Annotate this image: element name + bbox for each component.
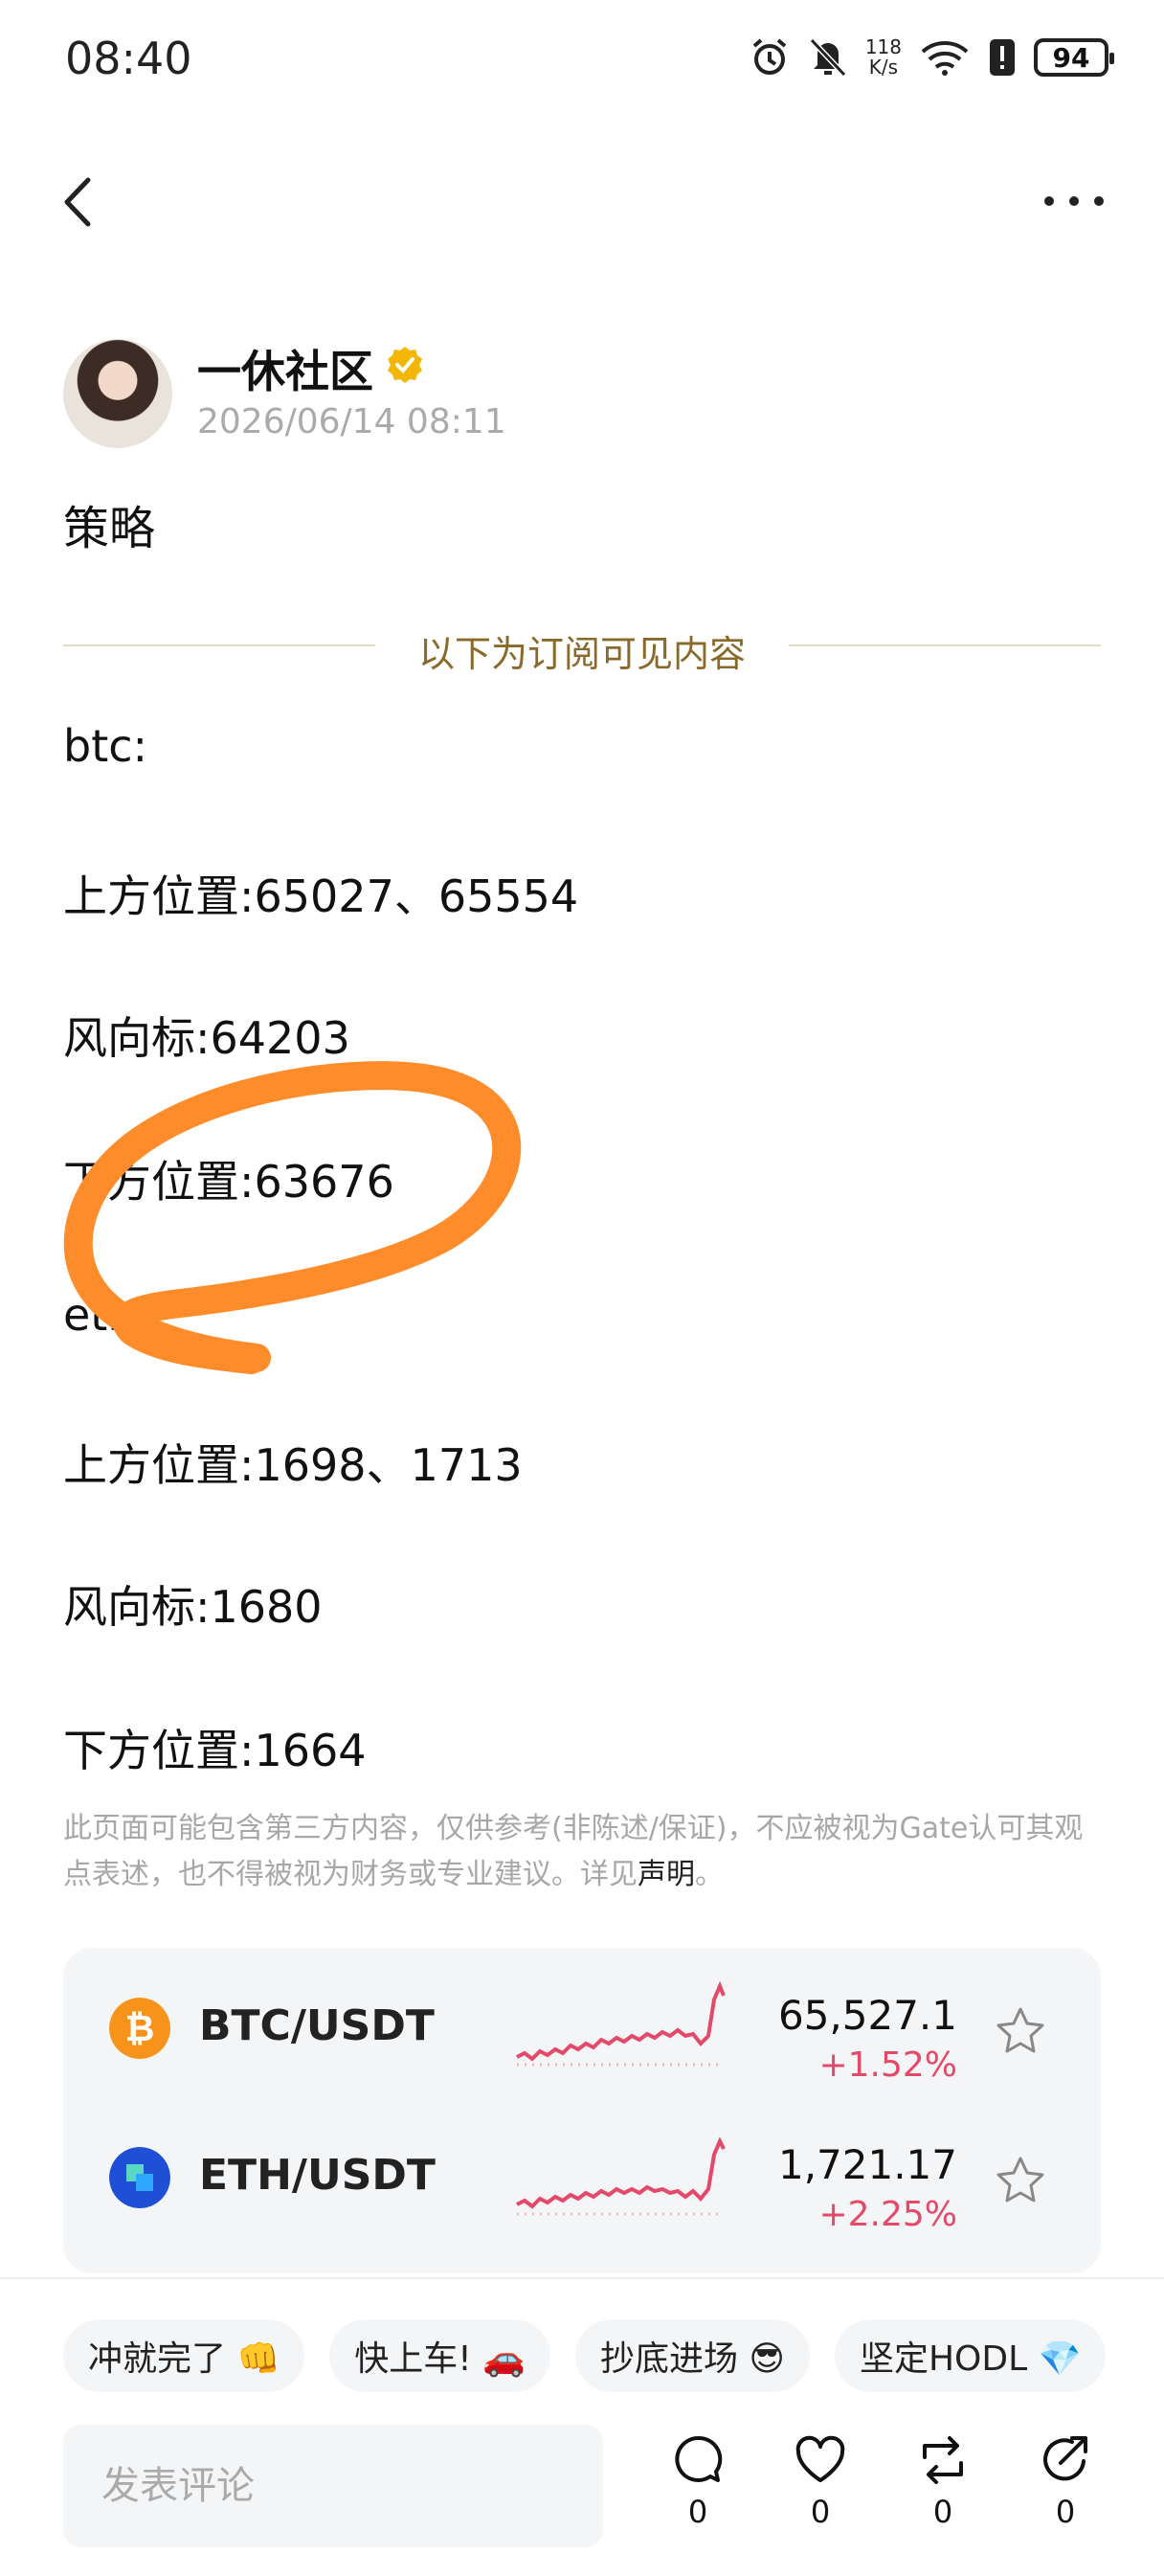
market-card: ₿ BTC/USDT 65,527.1 +1.52% ETH/USDT 1,72… (63, 1948, 1101, 2273)
statement-link[interactable]: 声明 (638, 1858, 695, 1891)
comment-input[interactable] (63, 2425, 603, 2547)
content-line: eth: (63, 1289, 150, 1341)
verified-icon (388, 347, 422, 383)
price-change: +2.25% (818, 2195, 957, 2234)
content-line: btc: (63, 720, 148, 772)
pair-name: BTC/USDT (199, 2001, 435, 2050)
market-row-eth[interactable]: ETH/USDT 1,721.17 +2.25% (63, 2107, 1101, 2250)
more-dots-icon (1044, 196, 1104, 206)
price: 65,527.1 (777, 1992, 957, 2039)
content-line: 上方位置:1698、1713 (63, 1439, 523, 1491)
quick-reply-chip[interactable]: 快上车! 🚗 (329, 2319, 550, 2392)
like-count: 0 (810, 2494, 831, 2530)
content-line: 风向标:64203 (63, 1012, 350, 1064)
status-icons: 118 K/s 94 (749, 29, 1114, 86)
like-button[interactable]: 0 (777, 2432, 863, 2530)
alert-icon (990, 39, 1015, 76)
bottom-bar: 冲就完了 👊 快上车! 🚗 抄底进场 😎 坚定HODL 💎 0 0 0 0 (0, 2277, 1164, 2576)
sparkline (516, 1980, 726, 2067)
post-title: 策略 (63, 502, 156, 555)
avatar[interactable] (63, 339, 172, 448)
price-change: +1.52% (818, 2045, 957, 2085)
comment-count: 0 (687, 2494, 708, 2530)
content-line: 下方位置:1664 (63, 1725, 367, 1776)
bitcoin-icon: ₿ (109, 1998, 170, 2059)
author-name[interactable]: 一休社区 (197, 337, 373, 400)
quick-reply-chip[interactable]: 冲就完了 👊 (63, 2319, 305, 2392)
battery-icon: 94 (1034, 38, 1114, 77)
repost-icon (923, 2436, 963, 2484)
star-icon[interactable] (992, 2003, 1049, 2061)
net-speed: 118 K/s (864, 35, 902, 79)
svg-text:₿: ₿ (125, 2007, 155, 2049)
wifi-icon (921, 41, 969, 76)
heart-icon (795, 2435, 845, 2482)
content-line: 风向标:1680 (63, 1581, 323, 1633)
repost-button[interactable]: 0 (900, 2432, 986, 2530)
quick-reply-chips: 冲就完了 👊 快上车! 🚗 抄底进场 😎 坚定HODL 💎 (63, 2319, 1107, 2392)
comment-icon (675, 2435, 723, 2482)
post-time: 2026/06/14 08:11 (197, 402, 506, 441)
divider-label: 以下为订阅可见内容 (417, 633, 746, 675)
eth-icon (109, 2147, 170, 2208)
share-count: 0 (1055, 2494, 1076, 2530)
subscriber-divider: 以下为订阅可见内容 (63, 624, 1101, 675)
pair-name: ETH/USDT (199, 2151, 436, 2200)
disclaimer: 此页面可能包含第三方内容，仅供参考(非陈述/保证)，不应被视为Gate认可其观点… (63, 1812, 1084, 1891)
content-line: 上方位置:65027、65554 (63, 870, 579, 922)
star-icon[interactable] (992, 2153, 1049, 2210)
back-button[interactable] (52, 169, 109, 236)
more-button[interactable] (1036, 182, 1112, 220)
content-line: 下方位置:63676 (63, 1156, 394, 1208)
chevron-left-icon (64, 177, 91, 227)
market-row-btc[interactable]: ₿ BTC/USDT 65,527.1 +1.52% (63, 1957, 1101, 2101)
quick-reply-chip[interactable]: 抄底进场 😎 (574, 2319, 810, 2392)
alarm-icon (752, 38, 787, 75)
sparkline (516, 2136, 726, 2216)
quick-reply-chip[interactable]: 坚定HODL 💎 (834, 2319, 1107, 2392)
price: 1,721.17 (777, 2141, 957, 2188)
comment-button[interactable]: 0 (655, 2432, 741, 2530)
repost-count: 0 (932, 2494, 953, 2530)
share-button[interactable]: 0 (1022, 2432, 1108, 2530)
status-time: 08:40 (65, 33, 192, 84)
share-icon (1043, 2436, 1087, 2481)
mute-icon (809, 37, 846, 78)
